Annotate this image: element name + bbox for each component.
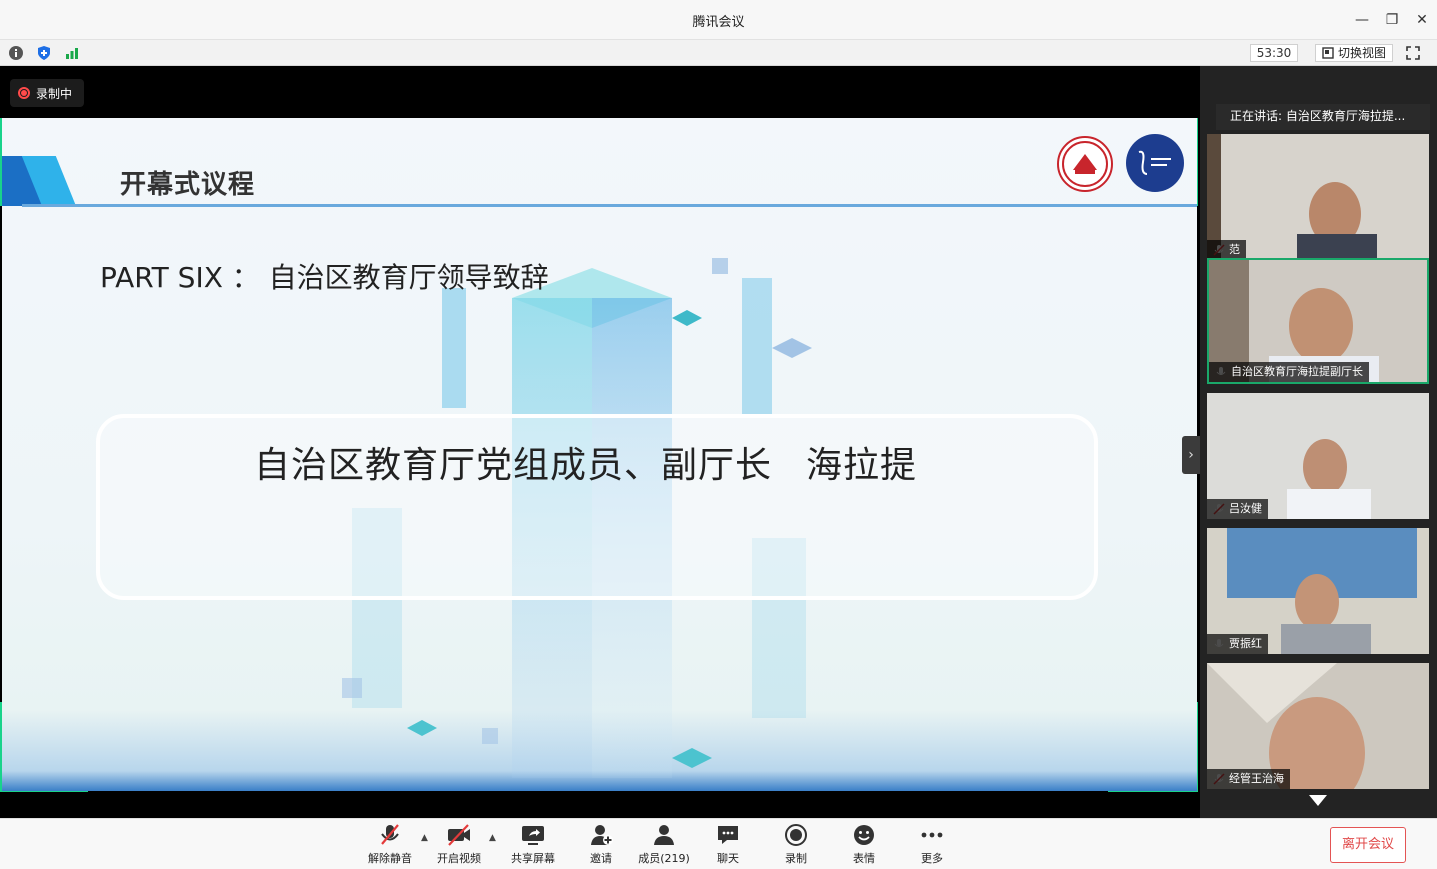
members-icon	[654, 825, 674, 845]
participant-name: 贾振红	[1207, 634, 1268, 654]
part-heading: PART SIX ： 自治区教育厅领导致辞	[100, 261, 549, 294]
speaker-name: 海拉提	[806, 445, 918, 486]
switch-view-label: 切换视图	[1338, 46, 1387, 60]
shared-screen-stage: 录制中 开幕式议程 PART SIX ： 自治区教育厅领导致辞 自治区教育厅党组…	[0, 66, 1200, 818]
switch-view-button[interactable]: 切换视图	[1315, 44, 1394, 62]
mic-muted-icon	[381, 824, 399, 845]
chevron-right-icon: ›	[1188, 447, 1194, 463]
participant-video-tile[interactable]: 吕汝健	[1207, 393, 1429, 519]
reaction-button[interactable]: 表情	[832, 823, 896, 866]
participant-name: 自治区教育厅海拉提副厅长	[1209, 362, 1369, 382]
record-button[interactable]: 录制	[764, 823, 828, 866]
participant-video-tile[interactable]: 范	[1207, 134, 1429, 260]
info-icon[interactable]	[8, 45, 24, 61]
now-speaking-banner: 正在讲话: 自治区教育厅海拉提...	[1216, 104, 1430, 130]
scroll-down-icon[interactable]	[1308, 794, 1328, 808]
leave-meeting-button[interactable]: 离开会议	[1330, 827, 1406, 863]
start-video-button[interactable]: 开启视频	[427, 823, 491, 866]
signal-icon[interactable]	[64, 45, 80, 61]
chat-icon	[718, 826, 738, 844]
meeting-toolbar: 解除静音 ▲ 开启视频 ▲ 共享屏幕 邀请 成员(219) 聊天 录制 表情 更…	[0, 818, 1437, 869]
restore-icon[interactable]: ❐	[1380, 8, 1404, 32]
share-screen-button[interactable]: 共享屏幕	[501, 823, 565, 866]
slide-header-divider	[22, 204, 1197, 207]
recording-label: 录制中	[36, 86, 73, 101]
fullscreen-icon[interactable]	[1405, 45, 1421, 61]
recording-badge[interactable]: 录制中	[10, 79, 84, 107]
participant-name: 范	[1207, 240, 1246, 260]
unmute-button[interactable]: 解除静音	[358, 823, 422, 866]
collapse-sidebar-button[interactable]: ›	[1182, 436, 1200, 474]
participant-video-tile[interactable]: 经管王治海	[1207, 663, 1429, 789]
record-dot-icon	[18, 87, 30, 99]
meeting-timer: 53:30	[1250, 44, 1298, 62]
organization-logo	[1126, 134, 1184, 192]
agenda-title: 开幕式议程	[120, 170, 256, 200]
participant-name: 吕汝健	[1207, 499, 1268, 519]
minimize-icon[interactable]: —	[1350, 8, 1374, 32]
more-icon	[921, 832, 943, 838]
invite-user-icon	[591, 825, 613, 845]
record-icon	[785, 824, 807, 846]
participant-video-tile[interactable]: 自治区教育厅海拉提副厅长	[1207, 258, 1429, 384]
share-screen-icon	[522, 826, 544, 845]
participant-video-tile[interactable]: 贾振红	[1207, 528, 1429, 654]
window-title: 腾讯会议	[692, 15, 745, 30]
close-icon[interactable]: ✕	[1410, 8, 1434, 32]
chat-button[interactable]: 聊天	[696, 823, 760, 866]
speaker-role: 自治区教育厅党组成员、副厅长	[254, 445, 773, 486]
university-logo	[1057, 136, 1113, 192]
shield-icon[interactable]	[36, 45, 52, 61]
invite-button[interactable]: 邀请	[569, 823, 633, 866]
title-bar: 腾讯会议 — ❐ ✕	[0, 0, 1437, 40]
emoji-icon	[854, 825, 874, 845]
switch-view-icon	[1322, 47, 1334, 59]
video-off-icon	[448, 824, 470, 846]
more-button[interactable]: 更多	[900, 823, 964, 866]
info-bar: 53:30 切换视图	[0, 40, 1437, 66]
video-options-caret-icon[interactable]: ▲	[489, 833, 496, 843]
presentation-slide: 开幕式议程 PART SIX ： 自治区教育厅领导致辞 自治区教育厅党组成员、副…	[2, 118, 1197, 791]
members-button[interactable]: 成员(219)	[632, 823, 696, 866]
participant-name: 经管王治海	[1207, 769, 1290, 789]
